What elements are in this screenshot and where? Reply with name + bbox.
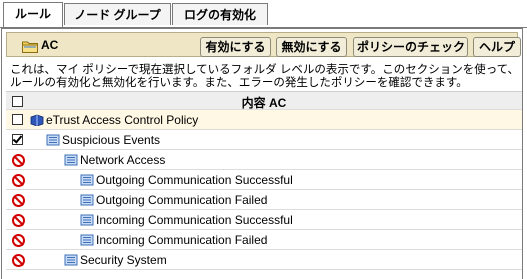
enable-button[interactable]: 有効にする — [200, 37, 271, 57]
rule-list-icon — [64, 154, 78, 166]
table-row[interactable]: Suspicious Events — [6, 130, 522, 150]
rule-label[interactable]: Outgoing Communication Failed — [96, 193, 267, 207]
table-header-row: 内容 AC — [6, 91, 522, 110]
error-status-icon — [12, 174, 25, 187]
error-status-icon — [12, 254, 25, 267]
row-cell: Security System — [64, 253, 167, 267]
row-cell: Incoming Communication Successful — [80, 213, 293, 227]
table-row[interactable]: Incoming Communication Successful — [6, 210, 522, 230]
rules-table: 内容 AC eTrust Access Control Policy Suspic… — [6, 91, 522, 270]
folder-icon — [22, 41, 38, 53]
check-policy-button[interactable]: ポリシーのチェック — [353, 37, 468, 57]
rule-list-icon — [80, 214, 94, 226]
tab-bar: ルール ノード グループ ログの有効化 — [0, 0, 527, 28]
table-row[interactable]: Outgoing Communication Successful — [6, 170, 522, 190]
error-status-icon — [12, 194, 25, 207]
rule-label[interactable]: Network Access — [80, 153, 165, 167]
table-row[interactable]: Security System — [6, 250, 522, 270]
rule-list-icon — [64, 254, 78, 266]
row-cell: Network Access — [64, 153, 165, 167]
policy-book-icon — [30, 114, 44, 126]
column-header-content: 内容 AC — [241, 96, 287, 110]
rule-list-icon — [80, 174, 94, 186]
disable-button[interactable]: 無効にする — [276, 37, 347, 57]
rule-list-icon — [46, 134, 60, 146]
rule-label[interactable]: Suspicious Events — [62, 133, 160, 147]
row-cell: eTrust Access Control Policy — [30, 113, 198, 127]
help-button[interactable]: ヘルプ — [473, 37, 521, 57]
error-status-icon — [12, 234, 25, 247]
row-cell: Incoming Communication Failed — [80, 233, 267, 247]
rule-label[interactable]: Outgoing Communication Successful — [96, 173, 293, 187]
rule-label[interactable]: Incoming Communication Failed — [96, 233, 267, 247]
row-checkbox[interactable] — [12, 134, 23, 145]
rule-label[interactable]: Security System — [80, 253, 167, 267]
rule-list-icon — [80, 234, 94, 246]
rule-label[interactable]: Incoming Communication Successful — [96, 213, 293, 227]
rules-panel: AC 有効にする 無効にする ポリシーのチェック ヘルプ これは、マイ ポリシー… — [1, 28, 523, 279]
rule-label[interactable]: eTrust Access Control Policy — [46, 113, 198, 127]
row-cell: Outgoing Communication Successful — [80, 173, 293, 187]
folder-title: AC — [41, 38, 59, 52]
table-row[interactable]: Outgoing Communication Failed — [6, 190, 522, 210]
error-status-icon — [12, 154, 25, 167]
row-cell: Suspicious Events — [46, 133, 160, 147]
row-cell: Outgoing Communication Failed — [80, 193, 267, 207]
row-checkbox[interactable] — [12, 114, 23, 125]
error-status-icon — [12, 214, 25, 227]
section-description: これは、マイ ポリシーで現在選択しているフォルダ レベルの表示です。このセクショ… — [10, 64, 520, 89]
rule-list-icon — [80, 194, 94, 206]
table-row[interactable]: eTrust Access Control Policy — [6, 110, 522, 130]
folder-header-bar: AC 有効にする 無効にする ポリシーのチェック ヘルプ — [6, 32, 521, 57]
table-row[interactable]: Network Access — [6, 150, 522, 170]
tab-log-enable[interactable]: ログの有効化 — [172, 3, 268, 25]
tab-node-groups[interactable]: ノード グループ — [64, 3, 171, 25]
tab-rules[interactable]: ルール — [3, 2, 63, 27]
table-row[interactable]: Incoming Communication Failed — [6, 230, 522, 250]
